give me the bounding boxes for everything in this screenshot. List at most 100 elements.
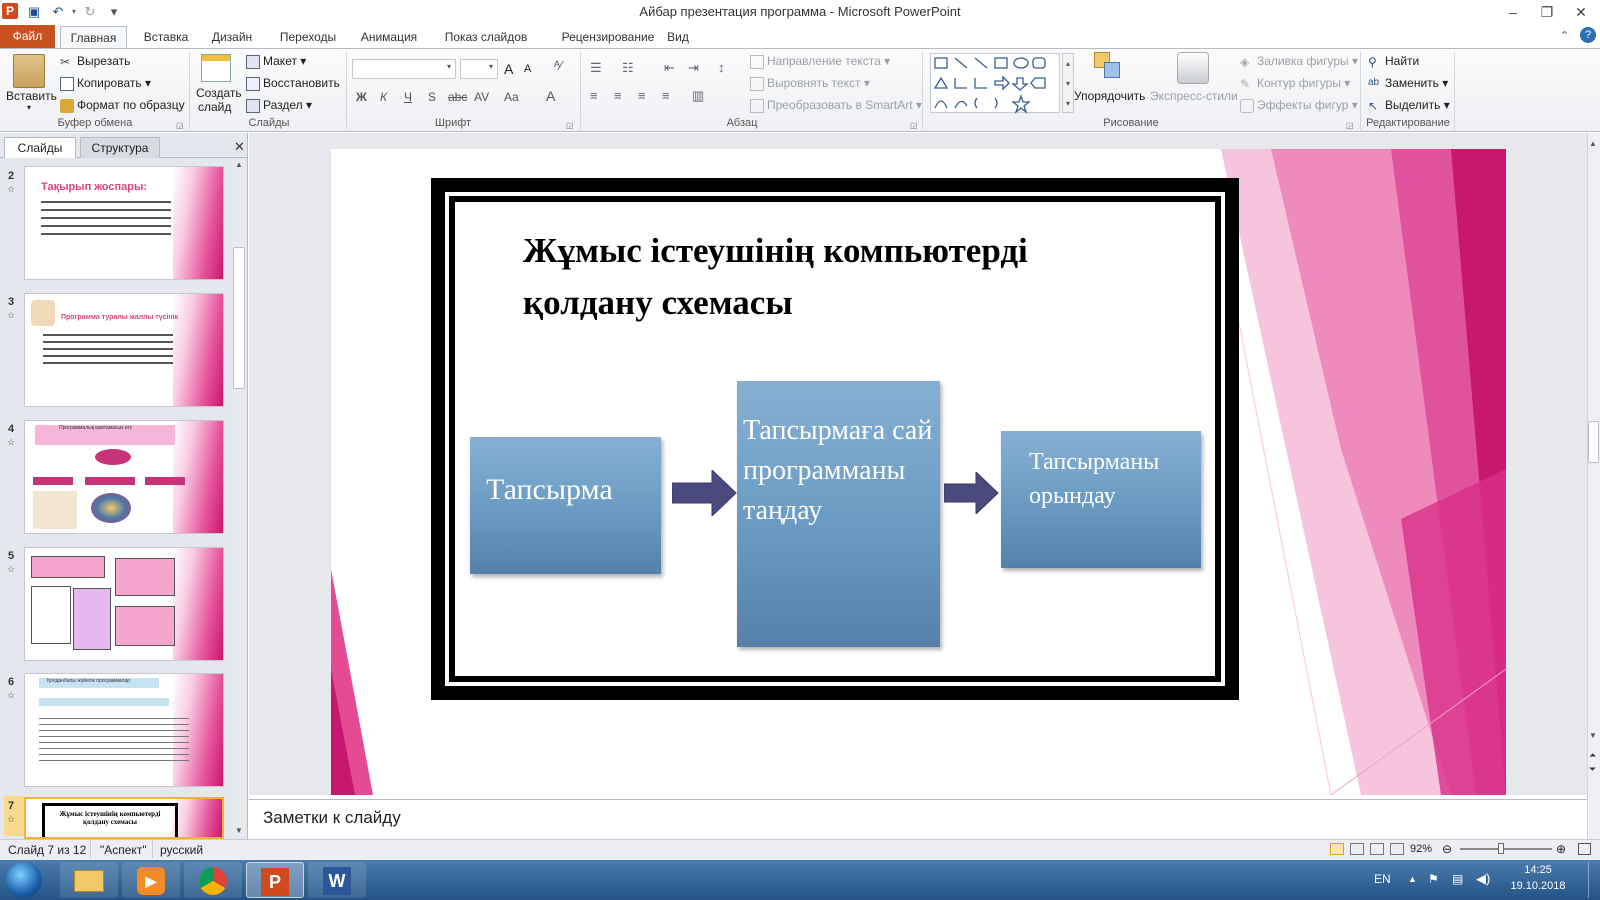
smartart-button[interactable]: Преобразовать в SmartArt ▾ bbox=[750, 98, 922, 113]
section-button[interactable]: Раздел ▾ bbox=[246, 98, 312, 113]
font-color-button[interactable]: A bbox=[546, 88, 555, 104]
arrow-right-icon[interactable] bbox=[944, 472, 1000, 514]
scrollbar-thumb[interactable] bbox=[1588, 421, 1599, 463]
tab-review[interactable]: Рецензирование bbox=[544, 26, 672, 48]
slide-thumbnail-5[interactable] bbox=[24, 547, 224, 661]
bullets-icon[interactable]: ☰ bbox=[590, 60, 602, 76]
dialog-launcher-icon[interactable]: ◲ bbox=[176, 121, 184, 130]
explorer-taskbar-icon[interactable] bbox=[60, 862, 118, 898]
clock-time[interactable]: 14:25 bbox=[1508, 864, 1568, 876]
notes-pane[interactable]: Заметки к слайду bbox=[249, 799, 1587, 839]
new-slide-label-1[interactable]: Создать bbox=[196, 86, 242, 100]
shrink-font-button[interactable]: A bbox=[524, 63, 531, 75]
arrange-button[interactable]: Упорядочить bbox=[1074, 89, 1145, 103]
text-direction-button[interactable]: Направление текста ▾ bbox=[750, 54, 890, 69]
tab-slides[interactable]: Слайды bbox=[4, 137, 76, 158]
show-desktop-button[interactable] bbox=[1588, 862, 1600, 898]
network-warning-icon[interactable]: ⚑ bbox=[1428, 872, 1439, 886]
close-button[interactable]: ✕ bbox=[1564, 1, 1598, 23]
dialog-launcher-icon[interactable]: ◲ bbox=[566, 121, 574, 130]
layout-button[interactable]: Макет ▾ bbox=[246, 54, 306, 69]
shadow-button[interactable]: S bbox=[428, 90, 436, 104]
slideshow-view-icon[interactable] bbox=[1390, 843, 1404, 855]
scroll-up-icon[interactable]: ▲ bbox=[1589, 139, 1597, 148]
arrange-icon[interactable] bbox=[1094, 52, 1124, 82]
slide-thumbnail-4[interactable]: Программалық қамтамасыз ету bbox=[24, 420, 224, 534]
input-language[interactable]: EN bbox=[1374, 872, 1391, 886]
line-spacing-icon[interactable]: ↕ bbox=[718, 60, 725, 75]
reading-view-icon[interactable] bbox=[1370, 843, 1384, 855]
dialog-launcher-icon[interactable]: ◲ bbox=[910, 121, 918, 130]
replace-button[interactable]: ab Заменить ▾ bbox=[1368, 76, 1448, 91]
word-taskbar-icon[interactable]: W bbox=[308, 862, 366, 898]
start-button[interactable] bbox=[6, 862, 42, 898]
new-slide-icon[interactable] bbox=[201, 54, 231, 82]
select-button[interactable]: ↖ Выделить ▾ bbox=[1368, 98, 1450, 113]
reset-button[interactable]: Восстановить bbox=[246, 76, 340, 91]
fit-to-window-icon[interactable] bbox=[1578, 843, 1591, 855]
tab-home[interactable]: Главная bbox=[60, 26, 127, 48]
close-icon[interactable]: ✕ bbox=[234, 139, 245, 155]
zoom-in-icon[interactable]: ⊕ bbox=[1556, 842, 1566, 856]
change-case-button[interactable]: Aa bbox=[504, 90, 519, 104]
slide-thumbnail-2[interactable]: Тақырып жоспары: bbox=[24, 166, 224, 280]
slide-thumbnail-7[interactable]: Жұмыс істеушінің компьютерді қолдану схе… bbox=[24, 797, 224, 839]
chevron-down-icon[interactable]: ▾ bbox=[27, 103, 31, 112]
justify-icon[interactable]: ≡ bbox=[662, 88, 670, 103]
gallery-scroll[interactable]: ▴ ▾ ▾ bbox=[1062, 53, 1074, 113]
italic-button[interactable]: К bbox=[380, 90, 387, 104]
clock-date[interactable]: 19.10.2018 bbox=[1504, 880, 1572, 892]
align-right-icon[interactable]: ≡ bbox=[638, 88, 646, 103]
quick-styles-icon[interactable] bbox=[1177, 52, 1209, 84]
columns-icon[interactable]: ▥ bbox=[692, 88, 704, 104]
tab-transitions[interactable]: Переходы bbox=[272, 26, 344, 48]
slide-thumbnail-6[interactable]: Қолданбалы жүйелік программалар bbox=[24, 673, 224, 787]
slide-thumbnail-3[interactable]: Программа туралы жалпы түсінік bbox=[24, 293, 224, 407]
font-family-dropdown[interactable]: ▾ bbox=[352, 59, 456, 79]
cut-button[interactable]: ✂ Вырезать bbox=[60, 54, 130, 69]
bold-button[interactable]: Ж bbox=[356, 90, 367, 104]
arrow-right-icon[interactable] bbox=[672, 470, 738, 516]
shape-fill-button[interactable]: ◈ Заливка фигуры ▾ bbox=[1240, 54, 1358, 69]
quick-styles-button[interactable]: Экспресс-стили bbox=[1150, 89, 1238, 103]
powerpoint-taskbar-icon[interactable]: P bbox=[246, 862, 304, 898]
language-indicator[interactable]: русский bbox=[160, 843, 203, 857]
tab-insert[interactable]: Вставка bbox=[134, 26, 198, 48]
slide-title[interactable]: Жұмыс істеушінің компьютерді қолдану схе… bbox=[523, 225, 1143, 329]
scrollbar-thumb[interactable] bbox=[233, 247, 245, 389]
scroll-up-icon[interactable]: ▲ bbox=[235, 160, 243, 169]
slide-sorter-icon[interactable] bbox=[1350, 843, 1364, 855]
zoom-slider-handle[interactable] bbox=[1498, 843, 1504, 854]
shape-outline-button[interactable]: ✎ Контур фигуры ▾ bbox=[1240, 76, 1350, 91]
paste-button[interactable]: Вставить bbox=[6, 89, 57, 103]
scroll-down-icon[interactable]: ▼ bbox=[235, 826, 243, 835]
tab-outline[interactable]: Структура bbox=[80, 137, 160, 158]
new-slide-label-2[interactable]: слайд bbox=[198, 100, 231, 114]
tab-file[interactable]: Файл bbox=[0, 25, 55, 48]
font-size-dropdown[interactable]: ▾ bbox=[460, 59, 498, 79]
step-box-execute[interactable]: Тапсырманы орындау bbox=[1001, 431, 1201, 568]
scroll-down-icon[interactable]: ▼ bbox=[1589, 731, 1597, 740]
volume-icon[interactable]: ◀) bbox=[1476, 871, 1490, 887]
align-center-icon[interactable]: ≡ bbox=[614, 88, 622, 103]
clear-formatting-icon[interactable]: ᴬ⁄ bbox=[554, 58, 574, 78]
dialog-launcher-icon[interactable]: ◲ bbox=[1346, 121, 1354, 130]
network-icon[interactable]: ▤ bbox=[1452, 872, 1463, 886]
normal-view-icon[interactable] bbox=[1330, 843, 1344, 855]
copy-button[interactable]: Копировать ▾ bbox=[60, 76, 151, 91]
zoom-out-icon[interactable]: ⊖ bbox=[1442, 842, 1452, 856]
paste-icon[interactable] bbox=[13, 54, 45, 88]
media-player-taskbar-icon[interactable]: ▶ bbox=[122, 862, 180, 898]
char-spacing-button[interactable]: AV bbox=[474, 90, 489, 104]
zoom-level[interactable]: 92% bbox=[1410, 843, 1432, 855]
tab-slideshow[interactable]: Показ слайдов bbox=[436, 26, 536, 48]
align-left-icon[interactable]: ≡ bbox=[590, 88, 598, 103]
shapes-gallery[interactable] bbox=[930, 53, 1060, 114]
increase-indent-icon[interactable]: ⇥ bbox=[688, 60, 699, 76]
theme-name[interactable]: "Аспект" bbox=[100, 843, 147, 857]
collapse-ribbon-icon[interactable]: ⌃ bbox=[1560, 29, 1569, 42]
strikethrough-button[interactable]: abc bbox=[448, 90, 467, 104]
tab-view[interactable]: Вид bbox=[660, 26, 696, 48]
underline-button[interactable]: Ч bbox=[404, 90, 412, 104]
align-text-button[interactable]: Выровнять текст ▾ bbox=[750, 76, 870, 91]
